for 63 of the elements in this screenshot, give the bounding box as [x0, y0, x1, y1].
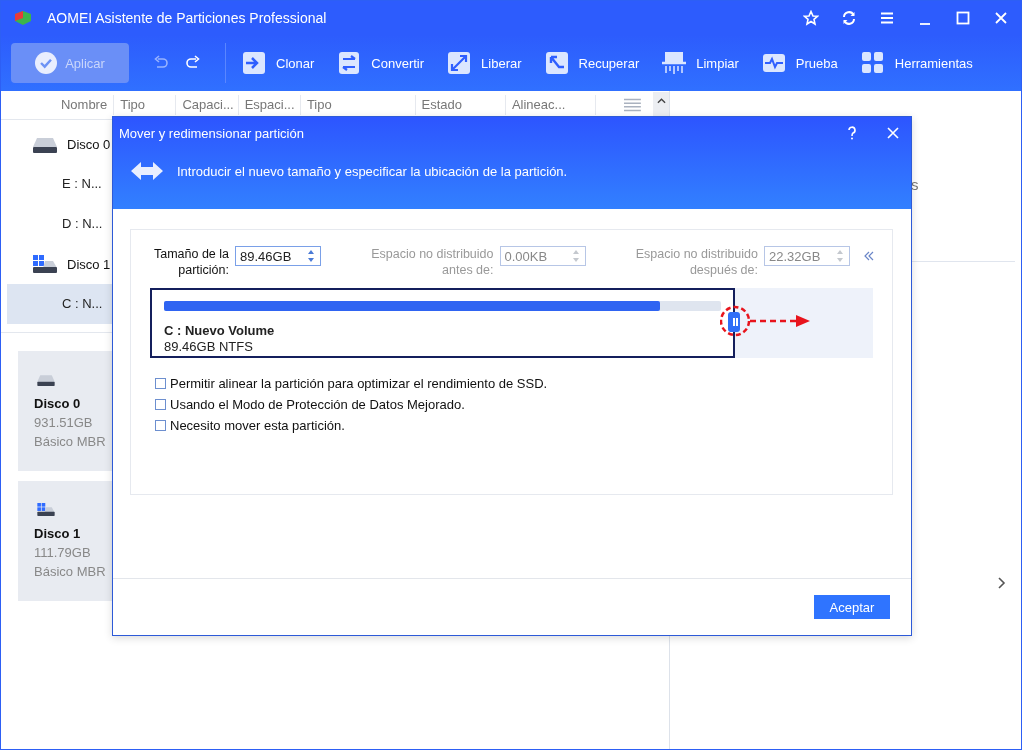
resize-handle[interactable] — [728, 312, 740, 332]
partition-name: C : Nuevo Volume — [164, 323, 276, 339]
column-header[interactable]: Alineac... — [505, 95, 597, 115]
caret-up-icon — [656, 98, 666, 104]
redo-icon[interactable] — [185, 55, 201, 71]
pulse-icon — [761, 51, 786, 75]
refresh-icon[interactable] — [841, 10, 857, 26]
drive-icon — [33, 135, 57, 153]
resize-arrows-icon — [131, 161, 163, 181]
menu-icon[interactable] — [879, 10, 895, 26]
toolbar-button[interactable]: Herramientas — [860, 51, 986, 75]
disk-size: 111.79GB — [34, 545, 91, 560]
arrow-right-icon — [242, 51, 266, 75]
disk-name[interactable]: Disco 1 — [67, 256, 111, 272]
drive-icon — [34, 373, 58, 386]
dialog-instruction: Introducir el nuevo tamaño y especificar la ubicación de la partición. — [177, 163, 568, 179]
field-label: Tamaño de la partición: — [152, 246, 229, 278]
disk-type: Básico MBR — [34, 564, 106, 579]
column-header[interactable]: Capaci... — [176, 95, 239, 115]
disk-type: Básico MBR — [34, 434, 106, 449]
accept-button[interactable]: Aceptar — [814, 595, 890, 619]
toolbar-button[interactable]: Clonar — [242, 51, 328, 75]
dialog-title: Mover y redimensionar partición — [119, 125, 304, 141]
column-header[interactable]: Nombre — [1, 95, 115, 115]
disk-name: Disco 1 — [34, 526, 81, 541]
expand-arrows-icon — [447, 51, 472, 75]
disk-size: 931.51GB — [34, 415, 93, 430]
toolbar-button[interactable]: Limpiar — [662, 51, 752, 75]
swap-arrows-icon — [337, 51, 362, 75]
close-icon[interactable] — [887, 127, 899, 139]
option-checkbox[interactable]: Permitir alinear la partición para optimizar el rendimiento de SSD. — [155, 376, 874, 391]
column-header[interactable]: Estado — [415, 95, 506, 115]
collapse-button[interactable] — [653, 92, 669, 118]
size-spinbox[interactable]: 89.46GB — [235, 246, 321, 266]
disk-name[interactable]: Disco 0 — [67, 136, 111, 152]
field-label: Espacio no distribuido después de: — [634, 246, 758, 278]
check-circle-icon — [35, 52, 58, 74]
maximize-icon[interactable] — [955, 10, 971, 26]
option-checkbox[interactable]: Usando el Modo de Protección de Datos Mejorado. — [155, 397, 874, 412]
star-icon[interactable] — [803, 10, 819, 26]
spinner-arrows-icon[interactable] — [306, 248, 316, 264]
toolbar-button[interactable]: Convertir — [337, 51, 438, 75]
grid-icon — [860, 51, 885, 75]
windows-drive-icon — [34, 503, 58, 516]
window-title: AOMEI Asistente de Particiones Professional — [47, 10, 327, 26]
close-icon[interactable] — [993, 10, 1009, 26]
column-header[interactable]: Espaci... — [238, 95, 301, 115]
shredder-icon — [662, 51, 687, 75]
app-logo-icon — [13, 10, 33, 26]
toolbar-button[interactable]: Prueba — [761, 51, 851, 75]
field-label: Espacio no distribuido antes de: — [370, 246, 494, 278]
partition-info: 89.46GB NTFS — [164, 339, 254, 355]
help-icon[interactable] — [847, 126, 857, 140]
toolbar-button[interactable]: Recuperar — [544, 51, 653, 75]
panel-text: s — [911, 176, 919, 193]
windows-drive-icon — [33, 255, 57, 273]
toolbar-button[interactable]: Liberar — [447, 51, 535, 75]
disk-name: Disco 0 — [34, 396, 81, 411]
chevron-right-icon[interactable] — [998, 577, 1006, 589]
double-chevron-left-icon[interactable] — [864, 251, 874, 261]
column-header[interactable]: Tipo — [300, 95, 416, 115]
column-header[interactable]: Tipo — [114, 95, 177, 115]
option-checkbox[interactable]: Necesito mover esta partición. — [155, 418, 874, 433]
